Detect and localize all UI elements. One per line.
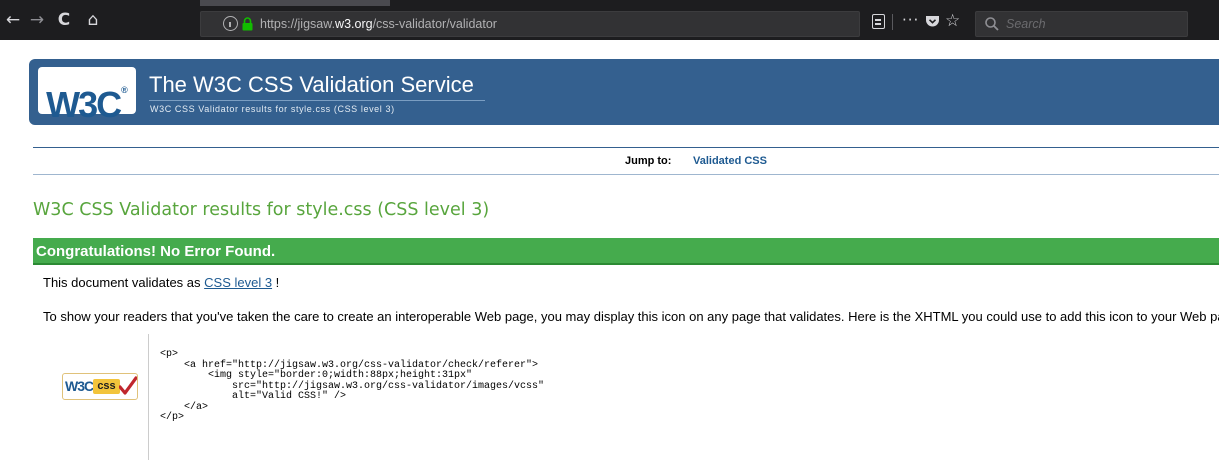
validates-suffix: ! (272, 275, 280, 290)
back-arrow-icon[interactable]: ← (2, 10, 24, 30)
reader-view-icon[interactable] (872, 14, 885, 29)
forward-arrow-icon[interactable]: → (26, 10, 48, 30)
lock-icon[interactable] (242, 17, 253, 31)
validates-prefix: This document validates as (43, 275, 205, 290)
valid-css-badge[interactable]: W3C css (62, 373, 138, 400)
home-icon[interactable]: ⌂ (82, 10, 104, 30)
page-subtitle: W3C CSS Validator results for style.css … (150, 104, 395, 114)
title-rule (149, 100, 485, 101)
xhtml-code-snippet[interactable]: <p> <a href="http://jigsaw.w3.org/css-va… (160, 349, 544, 424)
validated-css-link[interactable]: Validated CSS (693, 155, 767, 167)
search-input[interactable]: Search (975, 11, 1188, 37)
checkmark-icon (119, 376, 137, 395)
page-actions-icon[interactable]: ··· (902, 11, 919, 29)
browser-toolbar: ← → C ⌂ https://jigsaw.w3.org/css-valida… (0, 0, 1219, 40)
w3c-logo[interactable]: W3C® (38, 67, 136, 125)
search-icon (985, 17, 999, 31)
jump-nav-bottom-border (33, 174, 1219, 175)
url-bar[interactable]: https://jigsaw.w3.org/css-validator/vali… (200, 11, 860, 37)
validates-statement: This document validates as CSS level 3 ! (43, 275, 279, 290)
jump-nav-top-border (33, 147, 1219, 148)
toolbar-separator (892, 14, 893, 30)
url-path: /css-validator/validator (372, 17, 497, 31)
reload-icon[interactable]: C (53, 10, 75, 30)
w3c-logo-text: W3C (46, 84, 122, 125)
search-placeholder: Search (1006, 17, 1046, 31)
header-banner: W3C® The W3C CSS Validation Service W3C … (29, 59, 1219, 125)
code-divider (148, 334, 149, 460)
info-icon[interactable] (223, 16, 238, 31)
congratulations-banner: Congratulations! No Error Found. (33, 238, 1219, 265)
badge-w3c-text: W3C (65, 378, 94, 394)
active-tab[interactable] (200, 0, 390, 6)
badge-css-text: css (93, 379, 120, 394)
bookmark-star-icon[interactable]: ☆ (945, 11, 960, 31)
congratulations-text: Congratulations! No Error Found. (36, 243, 276, 260)
pocket-icon[interactable] (925, 15, 940, 28)
url-domain: w3.org (335, 17, 373, 31)
url-text[interactable]: https://jigsaw.w3.org/css-validator/vali… (260, 17, 497, 31)
icon-instructions: To show your readers that you've taken t… (43, 309, 1219, 324)
registered-mark: ® (121, 85, 128, 95)
css-level-3-link[interactable]: CSS level 3 (204, 275, 272, 290)
url-prefix: https://jigsaw. (260, 17, 336, 31)
results-heading: W3C CSS Validator results for style.css … (33, 200, 490, 220)
page-title[interactable]: The W3C CSS Validation Service (149, 71, 474, 99)
jump-to-label: Jump to: (625, 155, 672, 167)
